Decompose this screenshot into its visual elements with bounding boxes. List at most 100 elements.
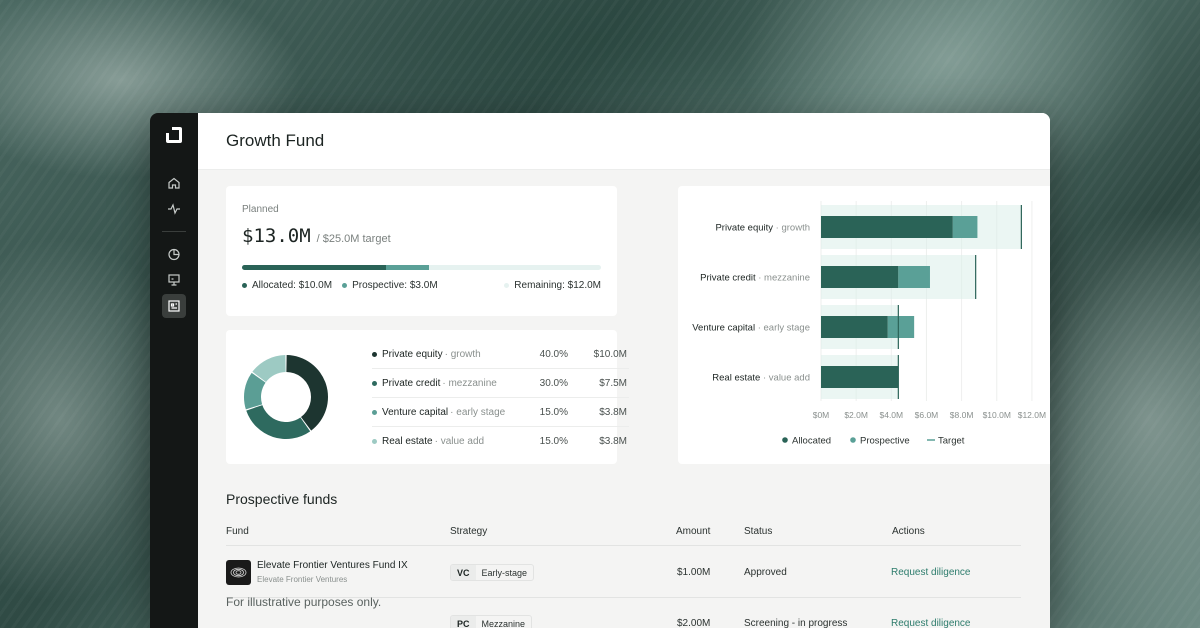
col-strategy[interactable]: Strategy [450,526,487,537]
planned-label: Planned [242,204,279,215]
allocation-value: $3.8M [599,406,627,418]
progress-allocated [242,265,386,270]
nav-activity[interactable] [162,197,186,221]
fund-manager: Elevate Frontier Ventures [257,575,348,584]
allocation-sub: · early stage [450,406,506,418]
request-diligence-link[interactable]: Request diligence [891,618,971,628]
bar-prospective[interactable] [887,316,915,338]
x-tick-label: $4.0M [879,410,903,420]
allocation-name: Private credit [382,377,441,389]
bar-allocated[interactable] [821,266,899,288]
main-content: Growth Fund Planned $13.0M / $25.0M targ… [198,113,1050,628]
nav-allocations[interactable] [162,242,186,266]
x-tick-label: $6.0M [915,410,939,420]
allocation-value: $3.8M [599,436,627,447]
allocation-value: $7.5M [599,377,627,389]
legend-label: Allocated [792,436,831,447]
strategy-code: PC [451,616,476,628]
x-tick-label: $8.0M [950,410,974,420]
fund-status: Screening - in progress [744,618,848,628]
app-window: Growth Fund Planned $13.0M / $25.0M targ… [150,113,1050,628]
allocation-name: Private equity [382,348,443,360]
nav-reports[interactable] [162,294,186,318]
series-dot [372,409,377,415]
pie-chart-icon [168,248,180,261]
nav-home[interactable] [162,171,186,195]
allocation-sub: · mezzanine [442,377,497,389]
x-tick-label: $2.0M [844,410,868,420]
allocation-bar-card: $0M $2.0M $4.0M $6.0M $8.0M $10.0M $12.0M Priva… [678,186,1050,464]
allocation-pct: 40.0% [539,348,568,360]
bar-prospective[interactable] [898,266,930,288]
series-dot [372,439,377,444]
planned-amount: $13.0M [242,225,311,247]
presentation-icon [168,274,180,286]
legend-remaining: Remaining: $12.0M [514,280,601,291]
allocation-value: $10.0M [593,348,627,360]
series-dot [372,351,377,357]
bar-allocated[interactable] [821,316,888,338]
allocation-bar-chart: $0M $2.0M $4.0M $6.0M $8.0M $10.0M $12.0M Priva… [692,201,1046,447]
allocation-pct: 15.0% [539,436,568,447]
page-title: Growth Fund [226,131,325,150]
x-tick-label: $0M [813,410,830,420]
legend-label: Prospective [860,436,910,447]
category-label: Private equity · growth [715,223,810,234]
legend-swatch [782,437,788,443]
table-row[interactable]: Elevate Frontier Ventures Fund IX Elevat… [226,547,1021,598]
strategy-label: Early-stage [481,567,528,578]
sidebar-divider [162,231,186,232]
legend-prospective: Prospective: $3.0M [352,280,438,291]
prospective-dot [342,283,348,288]
bar-allocated[interactable] [821,366,899,388]
x-tick-label: $12.0M [1018,410,1046,420]
allocation-sub: · value add [434,436,485,447]
col-status[interactable]: Status [744,526,772,537]
category-label: Venture capital · early stage [692,323,810,334]
allocated-dot [242,283,247,288]
allocation-row[interactable]: Private equity · growth 40.0% $10.0M [372,340,629,369]
report-icon [168,300,180,312]
strategy-tag: VC Early-stage [450,564,535,581]
fund-status: Approved [744,567,787,578]
x-tick-label: $10.0M [983,410,1011,420]
request-diligence-link[interactable]: Request diligence [891,567,971,578]
progress-prospective [385,265,429,270]
planned-progress-bar [242,265,601,270]
fund-amount: $1.00M [677,567,711,578]
allocation-pct: 30.0% [539,377,568,389]
strategy-label: Mezzanine [481,618,526,628]
planned-card: Planned $13.0M / $25.0M target Allocated… [226,186,617,316]
allocation-name: Venture capital [382,406,449,418]
planned-target: / $25.0M target [316,233,391,245]
table-header: Fund Strategy Amount Status Actions [226,522,1021,546]
category-label: Private credit · mezzanine [700,273,810,284]
allocation-pct: 15.0% [539,406,568,418]
nav-presentation[interactable] [162,268,186,292]
fund-amount: $2.00M [677,618,711,628]
series-dot [372,380,377,386]
allocation-donut-chart [244,355,328,439]
prospective-funds-title: Prospective funds [226,491,338,507]
donut-slice[interactable] [246,405,311,439]
allocation-card: Private equity · growth 40.0% $10.0M Private… [226,330,629,464]
legend-swatch [850,437,856,443]
fund-logo [226,560,251,585]
allocation-row[interactable]: Real estate · value add 15.0% $3.8M [372,427,629,456]
category-label: Real estate · value add [712,373,810,384]
allocation-row[interactable]: Venture capital · early stage 15.0% $3.8M [372,398,629,427]
app-logo[interactable] [166,127,182,143]
col-fund[interactable]: Fund [226,526,249,537]
donut-slice[interactable] [286,355,328,431]
fund-name: Elevate Frontier Ventures Fund IX [257,560,408,571]
bar-prospective[interactable] [952,216,978,238]
strategy-code: VC [451,565,476,580]
allocation-name: Real estate [382,436,433,447]
globe-icon [230,567,247,578]
remaining-dot [504,283,510,288]
allocation-row[interactable]: Private credit · mezzanine 30.0% $7.5M [372,369,629,398]
bar-allocated[interactable] [821,216,953,238]
col-amount[interactable]: Amount [676,526,710,537]
page-header: Growth Fund [198,113,1050,170]
legend-label: Target [938,436,965,447]
